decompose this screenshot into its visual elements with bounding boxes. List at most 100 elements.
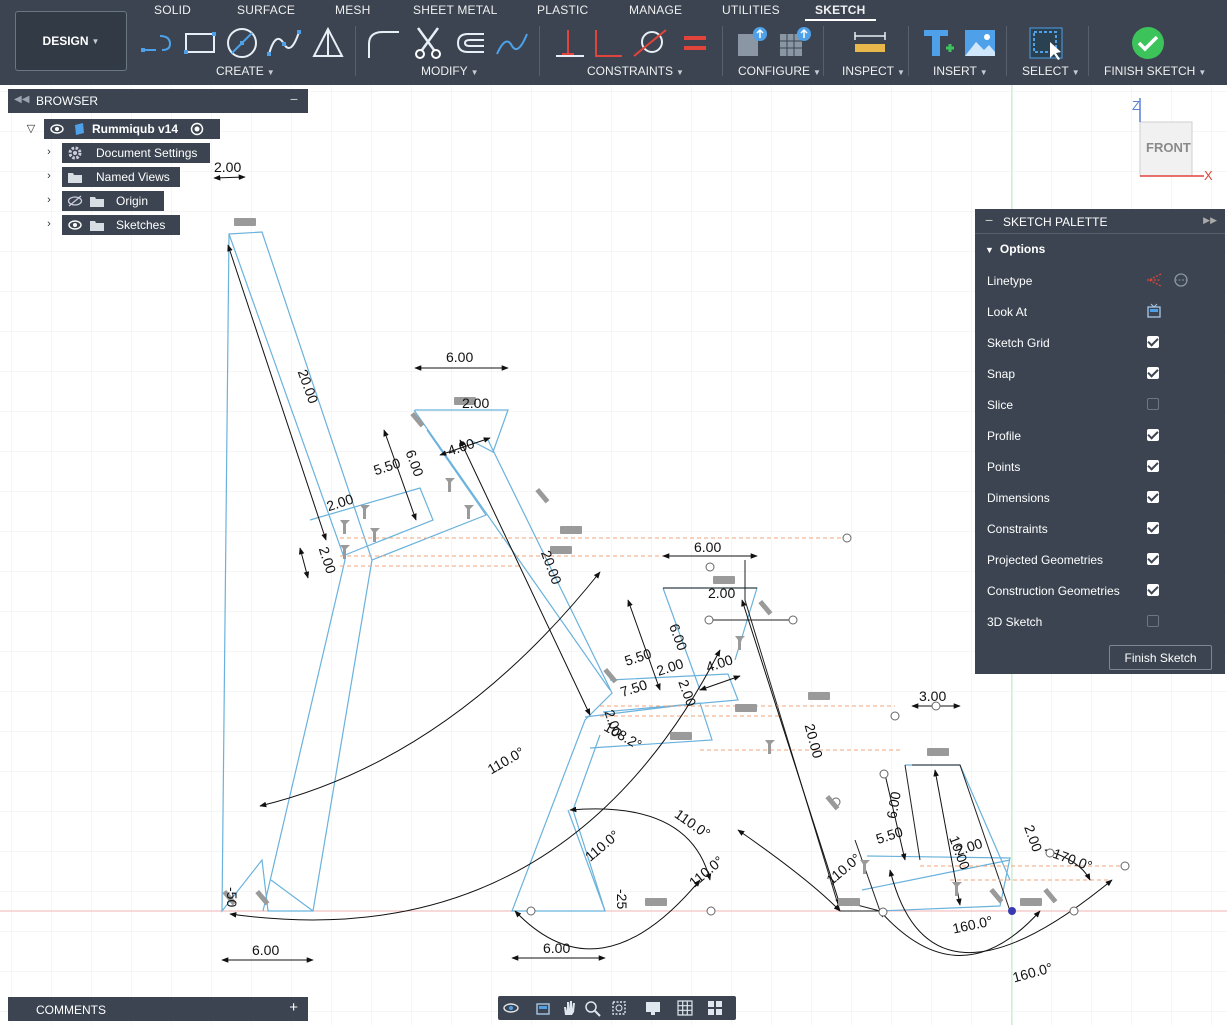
- select-window-icon[interactable]: [1028, 26, 1064, 60]
- create-menu[interactable]: CREATE ▼: [216, 64, 275, 78]
- finish-sketch-button[interactable]: Finish Sketch: [1109, 645, 1212, 670]
- sketch-palette-header[interactable]: − SKETCH PALETTE ▶▶: [975, 209, 1225, 234]
- fillet-tool-icon[interactable]: [365, 26, 401, 60]
- look-at-face-icon[interactable]: [534, 999, 552, 1017]
- viewports-icon[interactable]: [706, 999, 724, 1017]
- tab-mesh[interactable]: MESH: [335, 3, 370, 17]
- palette-row-label: Linetype: [987, 274, 1033, 288]
- spline-tool-icon[interactable]: [266, 26, 302, 60]
- sketch-grid-checkbox[interactable]: [1147, 336, 1159, 348]
- palette-row-look-at: Look At: [987, 302, 1213, 322]
- configure-grid-icon[interactable]: [778, 26, 814, 60]
- insert-text-icon[interactable]: [920, 26, 956, 60]
- browser-root-component[interactable]: Rummiqub v14: [44, 119, 220, 139]
- tab-plastic[interactable]: PLASTIC: [537, 3, 588, 17]
- comments-title: COMMENTS: [36, 1003, 106, 1017]
- chevron-down-icon[interactable]: ▽: [24, 122, 38, 136]
- display-settings-icon[interactable]: [644, 999, 662, 1017]
- look-at-icon[interactable]: [1145, 303, 1163, 319]
- palette-row-3d-sketch: 3D Sketch: [987, 612, 1213, 632]
- browser-item-named-views[interactable]: Named Views: [62, 167, 180, 187]
- viewcube[interactable]: FRONT Z X: [1128, 98, 1218, 188]
- toolbar-divider: [355, 26, 356, 76]
- profile-checkbox[interactable]: [1147, 429, 1159, 441]
- palette-row-projected-geometries: Projected Geometries: [987, 550, 1213, 570]
- radio-active-icon[interactable]: [188, 122, 206, 136]
- insert-menu[interactable]: INSERT ▼: [933, 64, 988, 78]
- pan-hand-icon[interactable]: [560, 999, 578, 1017]
- select-menu[interactable]: SELECT ▼: [1022, 64, 1080, 78]
- finish-sketch-menu[interactable]: FINISH SKETCH ▼: [1104, 64, 1206, 78]
- chevron-right-icon[interactable]: ›: [42, 146, 56, 160]
- construction-geometries-checkbox[interactable]: [1147, 584, 1159, 596]
- configure-table-icon[interactable]: [736, 26, 772, 60]
- snap-checkbox[interactable]: [1147, 367, 1159, 379]
- tab-sheet-metal[interactable]: SHEET METAL: [413, 3, 497, 17]
- tab-surface[interactable]: SURFACE: [237, 3, 295, 17]
- palette-row-label: Profile: [987, 429, 1022, 443]
- fix-constraint-icon[interactable]: [552, 26, 588, 60]
- chevron-down-icon: ▼: [91, 36, 100, 46]
- orbit-icon[interactable]: [502, 999, 520, 1017]
- dimensions-checkbox[interactable]: [1147, 491, 1159, 503]
- modify-label: MODIFY: [421, 64, 468, 78]
- grid-settings-icon[interactable]: [676, 999, 694, 1017]
- projected-geometries-checkbox[interactable]: [1147, 553, 1159, 565]
- equal-constraint-icon[interactable]: [676, 26, 712, 60]
- perpendicular-constraint-icon[interactable]: [590, 26, 626, 60]
- eye-icon[interactable]: [66, 218, 84, 232]
- browser-item-sketches[interactable]: Sketches: [62, 215, 180, 235]
- browser-panel-header[interactable]: ◀◀ BROWSER −: [8, 89, 308, 113]
- minimize-icon[interactable]: −: [985, 212, 993, 228]
- toolbar-divider: [539, 26, 540, 76]
- curve-tool-icon[interactable]: [494, 26, 530, 60]
- constraints-menu[interactable]: CONSTRAINTS ▼: [587, 64, 684, 78]
- construction-linetype-icon[interactable]: [1145, 272, 1163, 288]
- tangent-constraint-icon[interactable]: [632, 26, 668, 60]
- workspace-tabs: SOLID SURFACE MESH SHEET METAL PLASTIC M…: [0, 0, 1227, 22]
- tab-utilities[interactable]: UTILITIES: [722, 3, 780, 17]
- zoom-icon[interactable]: [584, 999, 602, 1017]
- centerline-linetype-icon[interactable]: [1173, 272, 1189, 288]
- palette-row-label: 3D Sketch: [987, 615, 1043, 629]
- viewcube-face[interactable]: FRONT: [1146, 140, 1191, 155]
- eye-hidden-icon[interactable]: [66, 194, 84, 208]
- options-section-header[interactable]: ▼ Options: [985, 242, 1045, 256]
- chevron-right-icon[interactable]: ›: [42, 194, 56, 208]
- constraints-checkbox[interactable]: [1147, 522, 1159, 534]
- circle-tool-icon[interactable]: [224, 26, 260, 60]
- add-comment-icon[interactable]: +: [289, 999, 298, 1016]
- browser-item-label: Document Settings: [96, 146, 198, 160]
- tab-sketch[interactable]: SKETCH: [805, 3, 876, 21]
- inspect-menu[interactable]: INSPECT ▼: [842, 64, 905, 78]
- configure-menu[interactable]: CONFIGURE ▼: [738, 64, 821, 78]
- chevron-right-icon[interactable]: ›: [42, 218, 56, 232]
- 3d-sketch-checkbox[interactable]: [1147, 615, 1159, 627]
- offset-tool-icon[interactable]: [452, 26, 488, 60]
- insert-image-icon[interactable]: [962, 26, 998, 60]
- minimize-icon[interactable]: −: [290, 91, 298, 107]
- comments-panel-header[interactable]: COMMENTS +: [8, 997, 308, 1021]
- dimension-text: 2.00: [708, 585, 735, 601]
- modify-menu[interactable]: MODIFY ▼: [421, 64, 479, 78]
- zoom-window-icon[interactable]: [610, 999, 628, 1017]
- expand-panel-icon[interactable]: ▶▶: [1203, 215, 1217, 226]
- collapse-panel-icon[interactable]: ◀◀: [14, 94, 29, 105]
- eye-icon[interactable]: [48, 122, 66, 136]
- rectangle-tool-icon[interactable]: [182, 26, 218, 60]
- finish-sketch-check-icon[interactable]: [1130, 26, 1166, 60]
- insert-label: INSERT: [933, 64, 977, 78]
- chevron-right-icon[interactable]: ›: [42, 170, 56, 184]
- workspace-design-button[interactable]: DESIGN ▼: [15, 11, 127, 71]
- browser-item-document-settings[interactable]: Document Settings: [62, 143, 210, 163]
- browser-item-origin[interactable]: Origin: [62, 191, 164, 211]
- slice-checkbox[interactable]: [1147, 398, 1159, 410]
- tab-manage[interactable]: MANAGE: [629, 3, 682, 17]
- line-tool-icon[interactable]: [140, 26, 176, 60]
- points-checkbox[interactable]: [1147, 460, 1159, 472]
- tab-solid[interactable]: SOLID: [154, 3, 191, 17]
- trim-scissors-icon[interactable]: [410, 26, 446, 60]
- dimension-text: 6.00: [252, 942, 279, 958]
- polygon-tool-icon[interactable]: [310, 26, 346, 60]
- measure-ruler-icon[interactable]: [852, 26, 888, 60]
